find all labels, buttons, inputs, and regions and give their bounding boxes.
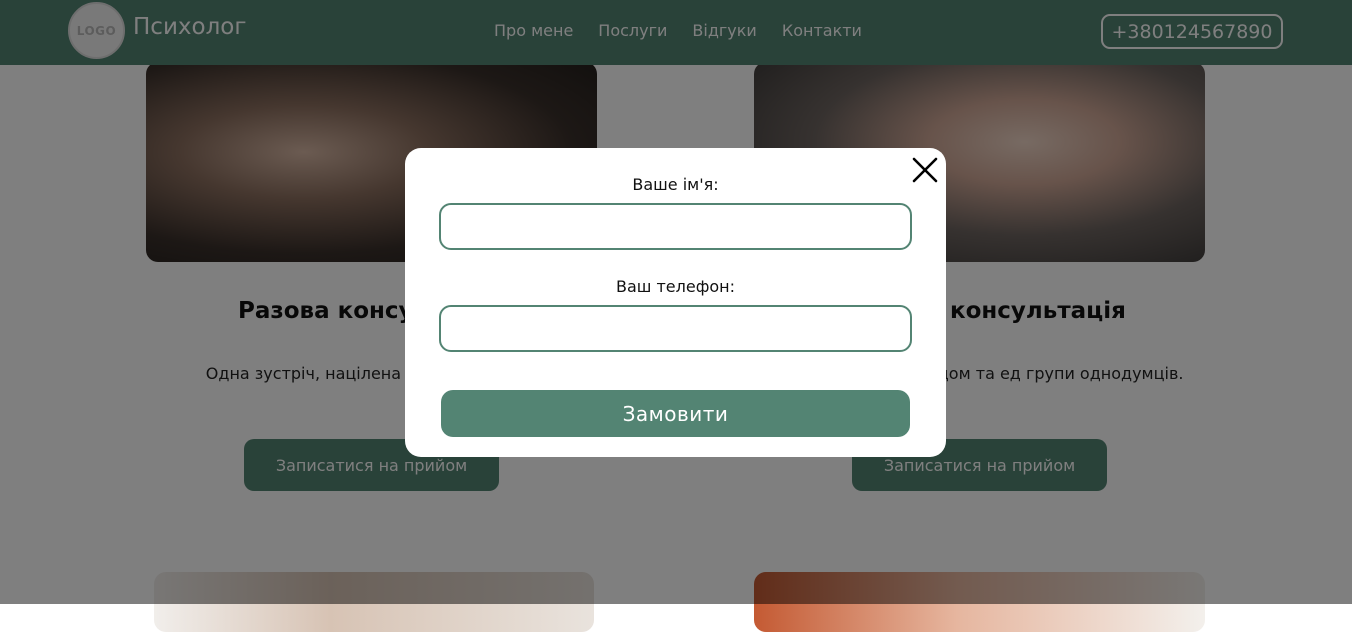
name-field-label: Ваше ім'я: bbox=[632, 175, 719, 194]
name-input[interactable] bbox=[439, 203, 912, 250]
order-submit-button[interactable]: Замовити bbox=[441, 390, 910, 437]
phone-field-label: Ваш телефон: bbox=[615, 277, 736, 296]
phone-input[interactable] bbox=[439, 305, 912, 352]
order-modal: Ваше ім'я: Ваш телефон: Замовити bbox=[405, 148, 946, 457]
